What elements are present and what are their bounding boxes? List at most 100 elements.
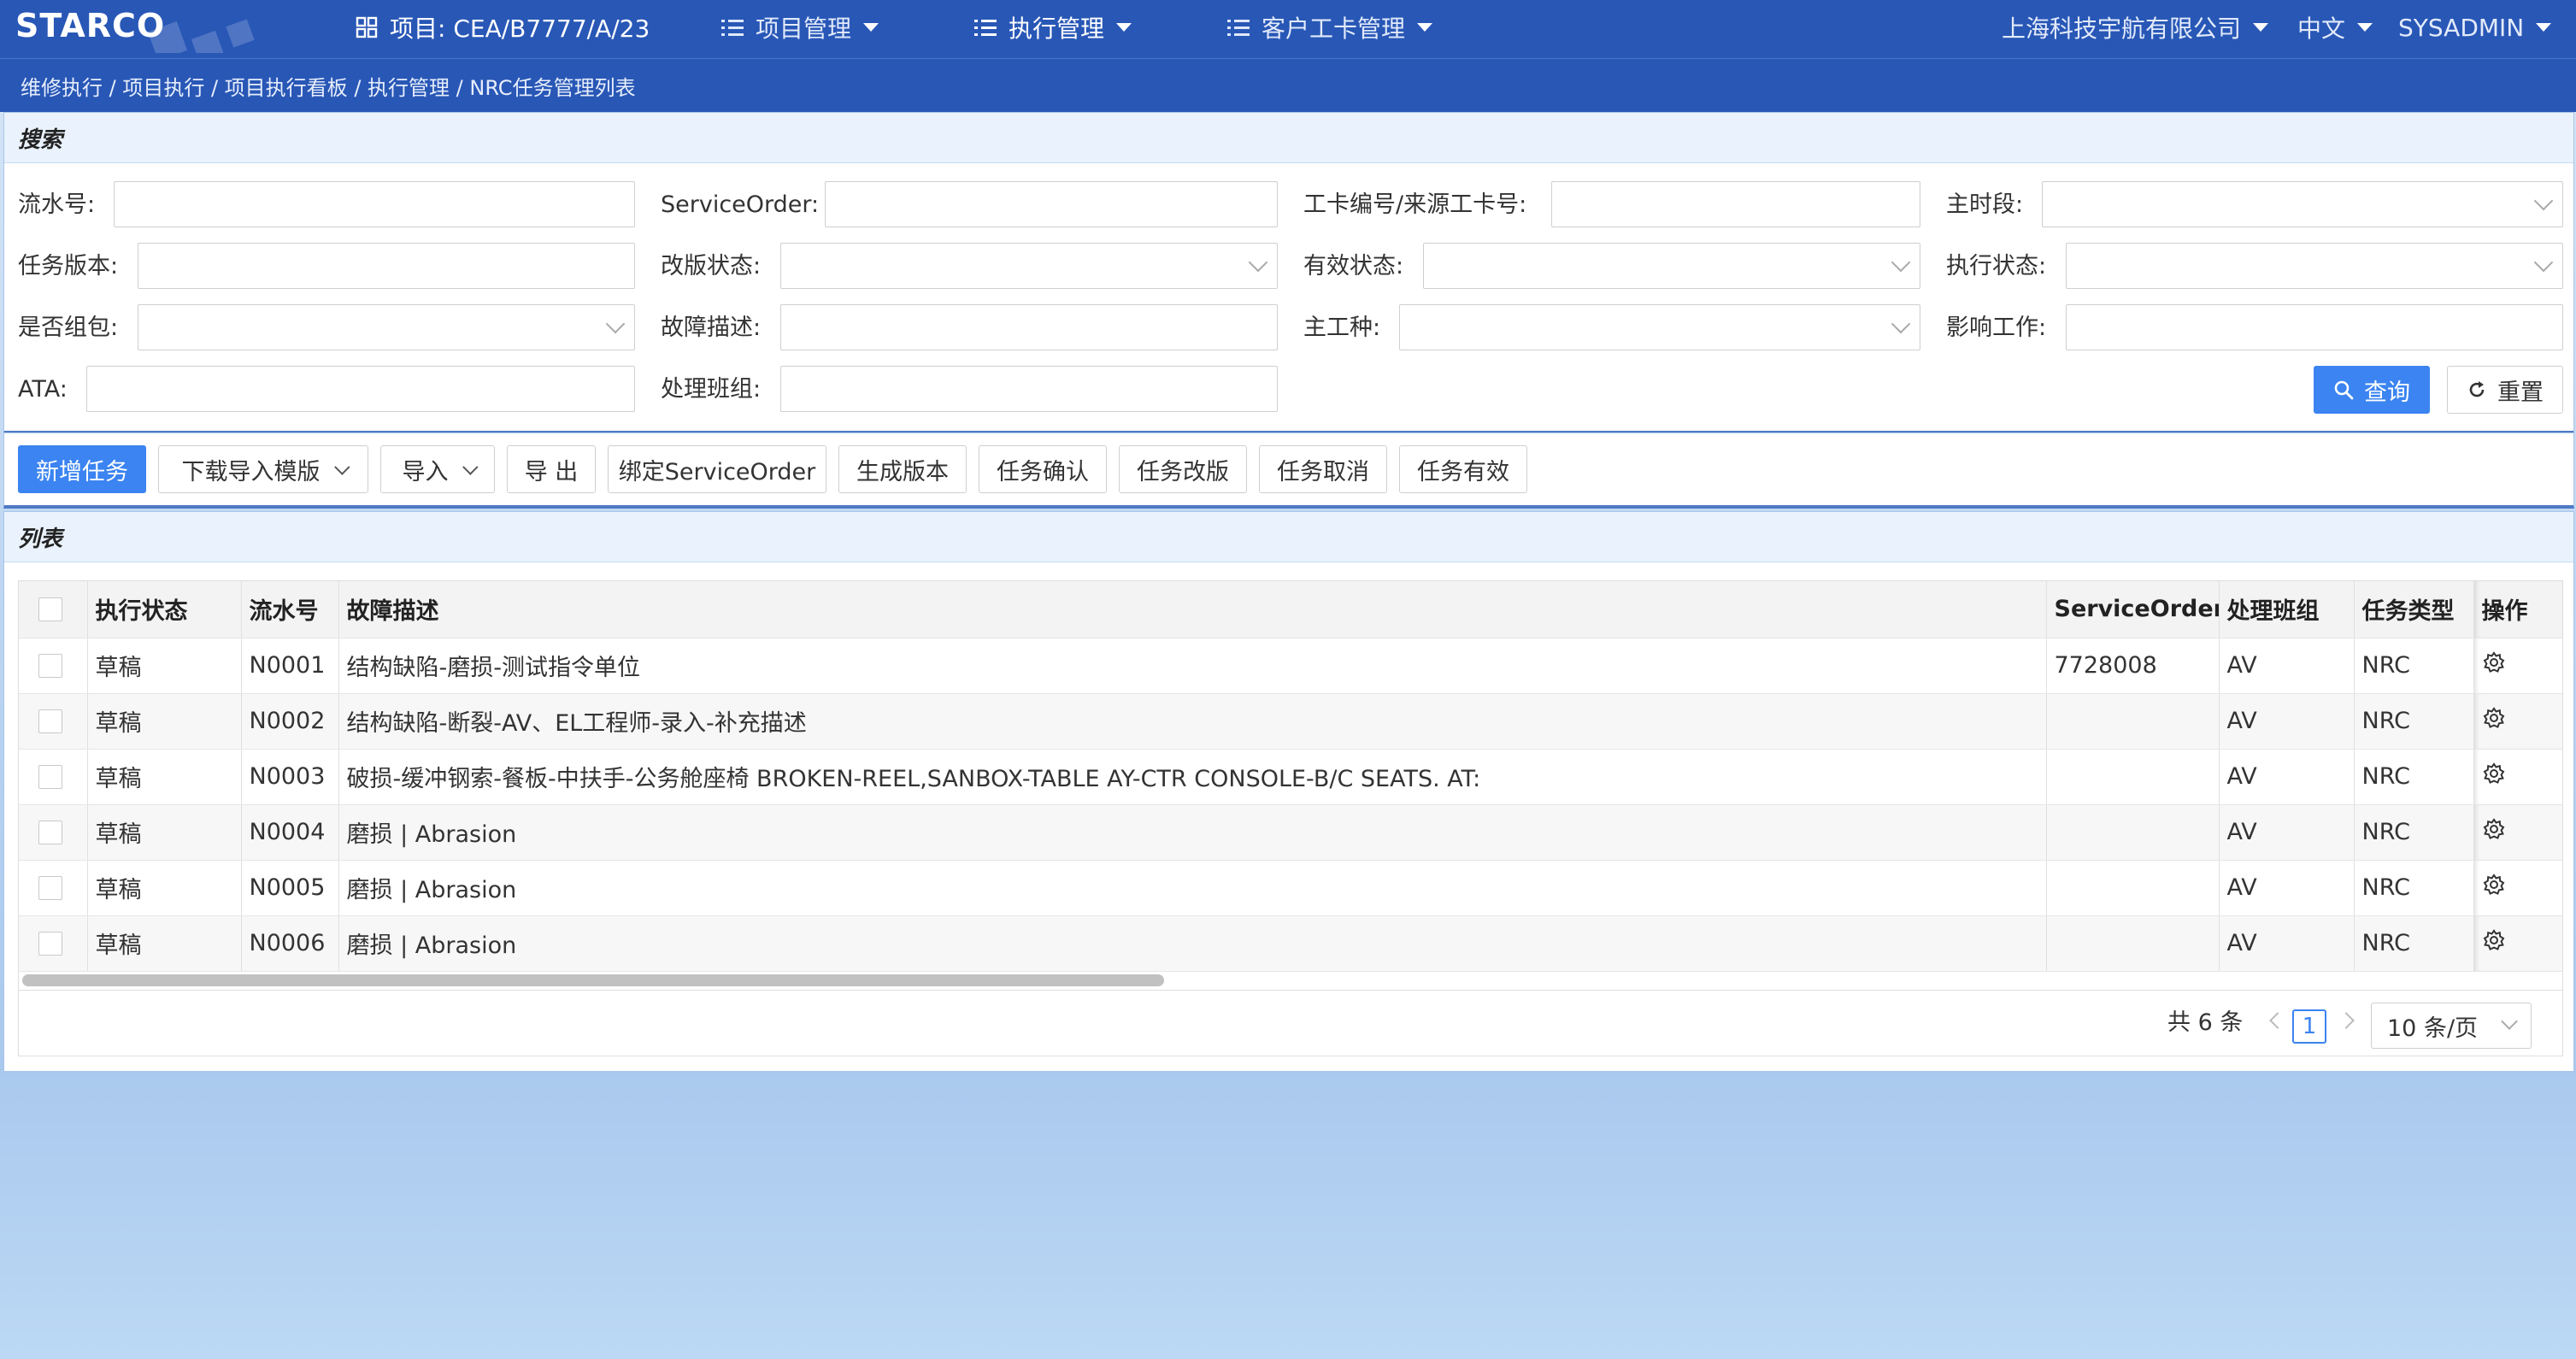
table-row[interactable]: 草稿 N0003 破损-缓冲钢索-餐板-中扶手-公务舱座椅 BROKEN-REE…	[19, 749, 2562, 805]
serial-input[interactable]	[114, 181, 635, 227]
task-revise-button[interactable]: 任务改版	[1119, 445, 1247, 493]
fault-desc-cell: 结构缺陷-磨损-测试指令单位	[338, 638, 2047, 694]
gear-icon[interactable]	[2482, 650, 2506, 674]
fault-desc-cell: 磨损 | Abrasion	[338, 860, 2047, 916]
export-button[interactable]: 导 出	[507, 445, 596, 493]
task-cancel-button[interactable]: 任务取消	[1259, 445, 1387, 493]
gear-icon[interactable]	[2482, 762, 2506, 785]
card-no-input[interactable]	[1551, 181, 1920, 227]
task-confirm-label: 任务确认	[997, 458, 1089, 485]
task-confirm-button[interactable]: 任务确认	[979, 445, 1107, 493]
serial-label: 流水号:	[18, 191, 96, 218]
row-select-cell	[19, 860, 88, 916]
service-order-cell	[2046, 915, 2220, 972]
column-header[interactable]: ServiceOrder	[2046, 581, 2220, 638]
revision-status-label: 改版状态:	[661, 253, 762, 279]
action-cell	[2473, 693, 2562, 750]
company-selector[interactable]: 上海科技宇航有限公司	[2002, 10, 2269, 44]
row-checkbox[interactable]	[38, 820, 62, 844]
toolbar-panel: 新增任务 下载导入模版 导入 导 出 绑定ServiceOrder 生成版本 任…	[3, 432, 2574, 509]
table-row[interactable]: 草稿 N0005 磨损 | Abrasion AV NRC	[19, 860, 2562, 916]
row-checkbox[interactable]	[38, 931, 62, 956]
generate-version-button[interactable]: 生成版本	[838, 445, 967, 493]
download-template-button[interactable]: 下载导入模版	[158, 445, 368, 493]
row-checkbox[interactable]	[38, 764, 62, 789]
column-header[interactable]: 处理班组	[2219, 581, 2355, 638]
revision-status-select[interactable]	[780, 243, 1278, 289]
column-header[interactable]: 执行状态	[87, 581, 242, 638]
user-menu[interactable]: SYSADMIN	[2398, 10, 2552, 44]
serial-cell: N0002	[241, 693, 339, 750]
gear-icon[interactable]	[2482, 706, 2506, 730]
column-header[interactable]: 故障描述	[338, 581, 2047, 638]
nav-project-management[interactable]: 项目管理	[721, 10, 879, 44]
row-checkbox[interactable]	[38, 875, 62, 900]
team-label: 处理班组:	[661, 376, 762, 403]
reset-button[interactable]: 重置	[2447, 366, 2563, 414]
version-input[interactable]	[138, 243, 635, 289]
gear-icon[interactable]	[2482, 928, 2506, 952]
task-valid-button[interactable]: 任务有效	[1399, 445, 1527, 493]
gear-icon[interactable]	[2482, 817, 2506, 841]
query-button[interactable]: 查询	[2314, 366, 2430, 414]
fault-desc-cell: 破损-缓冲钢索-餐板-中扶手-公务舱座椅 BROKEN-REEL,SANBOX-…	[338, 749, 2047, 805]
version-label: 任务版本:	[18, 253, 119, 279]
service-order-cell	[2046, 860, 2220, 916]
ata-label: ATA:	[18, 376, 68, 403]
exec-status-select[interactable]	[2066, 243, 2563, 289]
impact-work-label: 影响工作:	[1946, 315, 2047, 341]
starco-logo[interactable]: STARCO	[15, 5, 272, 53]
team-input[interactable]	[780, 366, 1278, 412]
language-label: 中文	[2297, 15, 2346, 43]
nav-customer-card-management[interactable]: 客户工卡管理	[1227, 10, 1433, 44]
caret-down-icon	[2357, 23, 2373, 32]
column-header[interactable]: 流水号	[241, 581, 339, 638]
nav-execution-management[interactable]: 执行管理	[974, 10, 1132, 44]
nav-label: 客户工卡管理	[1262, 15, 1406, 43]
table-row[interactable]: 草稿 N0002 结构缺陷-断裂-AV、EL工程师-录入-补充描述 AV NRC	[19, 693, 2562, 750]
valid-status-select[interactable]	[1423, 243, 1920, 289]
gear-icon[interactable]	[2482, 873, 2506, 897]
column-header[interactable]: 任务类型	[2354, 581, 2474, 638]
list-panel-title: 列表	[4, 512, 2573, 562]
select-all-checkbox[interactable]	[38, 597, 62, 621]
refresh-icon	[2467, 379, 2487, 400]
action-cell	[2473, 749, 2562, 805]
chevron-down-icon	[462, 458, 479, 475]
row-checkbox[interactable]	[38, 653, 62, 678]
import-button[interactable]: 导入	[380, 445, 495, 493]
company-label: 上海科技宇航有限公司	[2002, 15, 2242, 43]
search-panel-title: 搜索	[4, 113, 2573, 163]
table-row[interactable]: 草稿 N0004 磨损 | Abrasion AV NRC	[19, 804, 2562, 861]
language-selector[interactable]: 中文	[2297, 10, 2373, 44]
bind-service-order-button[interactable]: 绑定ServiceOrder	[608, 445, 826, 493]
ata-input[interactable]	[86, 366, 635, 412]
table-row[interactable]: 草稿 N0001 结构缺陷-磨损-测试指令单位 7728008 AV NRC	[19, 638, 2562, 694]
column-header: 操作	[2473, 581, 2562, 638]
exec-status-cell: 草稿	[87, 915, 242, 972]
main-trade-select[interactable]	[1399, 304, 1920, 350]
current-page[interactable]: 1	[2292, 1009, 2326, 1044]
breadcrumb-text[interactable]: 维修执行 / 项目执行 / 项目执行看板 / 执行管理 / NRC任务管理列表	[0, 71, 636, 101]
prev-page-icon[interactable]	[2269, 1012, 2286, 1029]
impact-work-input[interactable]	[2066, 304, 2563, 350]
service-order-cell	[2046, 804, 2220, 861]
service-order-input[interactable]	[825, 181, 1278, 227]
page-size-select[interactable]: 10 条/页	[2371, 1003, 2532, 1049]
table-row[interactable]: 草稿 N0006 磨损 | Abrasion AV NRC	[19, 915, 2562, 972]
project-selector[interactable]: 项目: CEA/B7777/A/23	[356, 10, 650, 44]
export-label: 导 出	[524, 458, 579, 485]
search-panel: 搜索 流水号: ServiceOrder: 工卡编号/来源工卡号: 主时段: 任…	[3, 112, 2574, 434]
packaged-select[interactable]	[138, 304, 635, 350]
add-task-button[interactable]: 新增任务	[18, 445, 146, 493]
row-checkbox[interactable]	[38, 709, 62, 733]
pagination: 共 6 条 1 10 条/页	[18, 991, 2563, 1056]
horizontal-scrollbar[interactable]	[22, 974, 1164, 986]
next-page-icon[interactable]	[2338, 1012, 2355, 1029]
task-type-cell: NRC	[2354, 693, 2474, 750]
period-select[interactable]	[2042, 181, 2563, 227]
fault-desc-input[interactable]	[780, 304, 1278, 350]
serial-cell: N0001	[241, 638, 339, 694]
grid-icon	[356, 16, 378, 38]
action-cell	[2473, 915, 2562, 972]
